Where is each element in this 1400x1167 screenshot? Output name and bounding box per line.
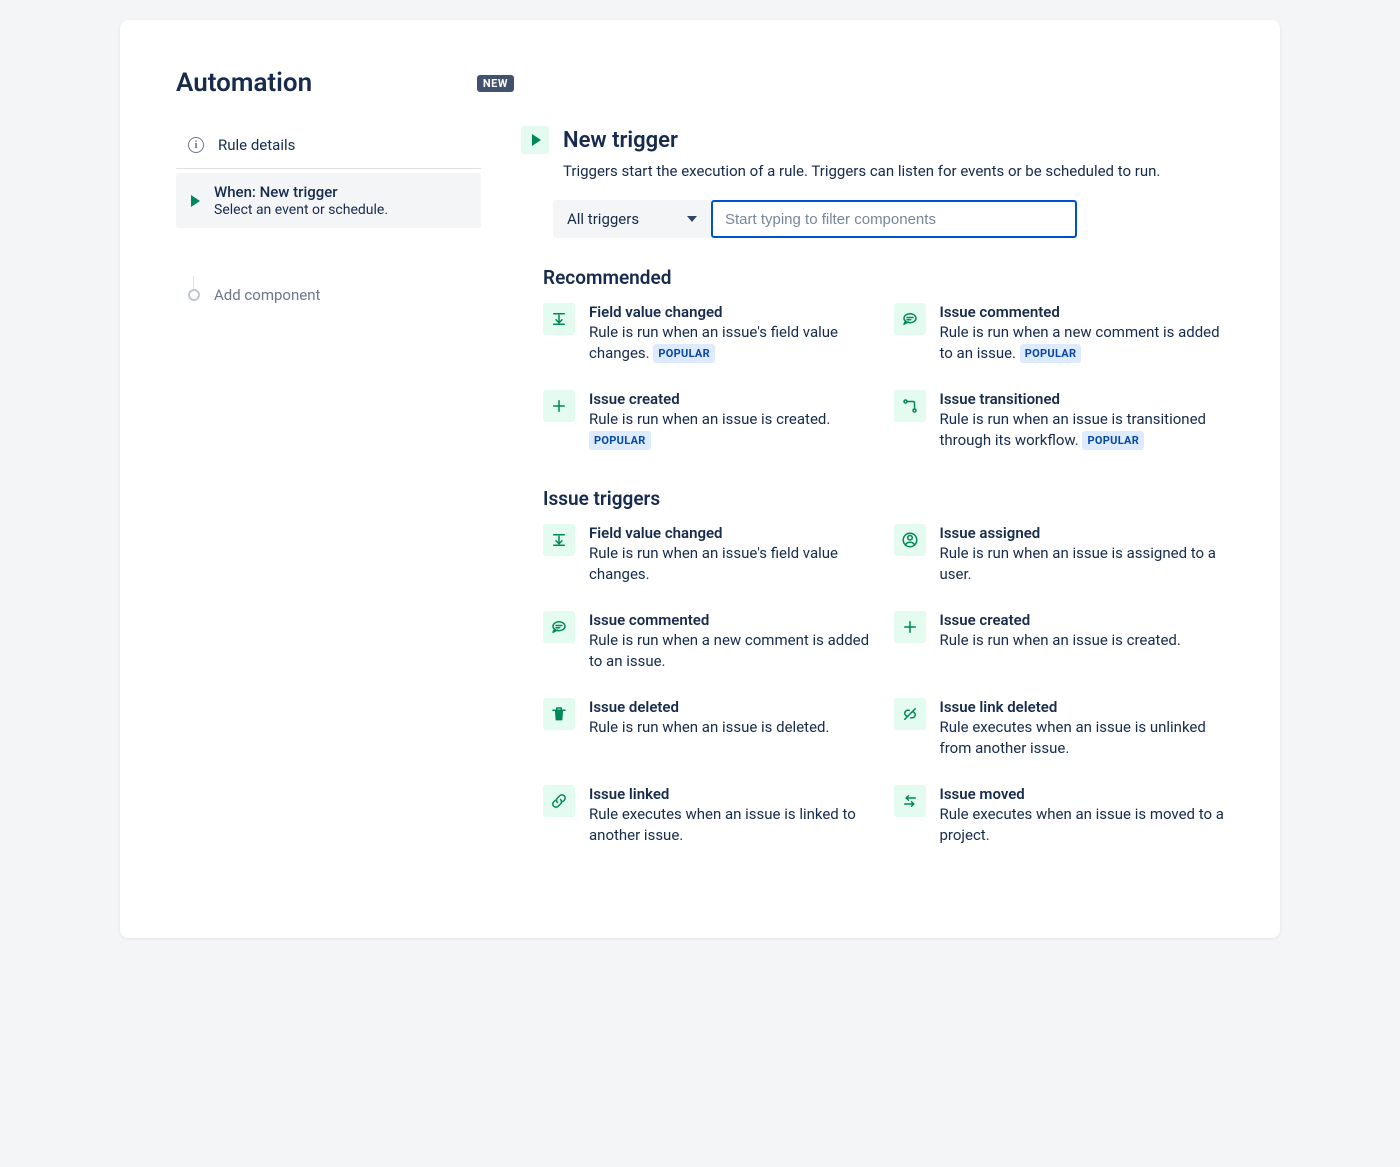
popular-tag: POPULAR (1082, 431, 1144, 450)
trigger-card-body: Issue deletedRule is run when an issue i… (589, 698, 874, 759)
trigger-card[interactable]: Field value changedRule is run when an i… (543, 303, 874, 364)
trigger-title: Issue linked (589, 785, 874, 803)
comment-icon (543, 611, 575, 643)
play-icon (532, 134, 541, 146)
sidebar-item-sub: Select an event or schedule. (214, 202, 469, 218)
divider (176, 168, 481, 169)
section-title: Issue triggers (543, 487, 1224, 510)
add-component-label: Add component (214, 286, 320, 304)
transition-icon (894, 390, 926, 422)
trigger-title: Issue transitioned (940, 390, 1225, 408)
trigger-grid: Field value changedRule is run when an i… (543, 524, 1224, 846)
trigger-card[interactable]: Issue deletedRule is run when an issue i… (543, 698, 874, 759)
field-change-icon (543, 524, 575, 556)
trigger-card-body: Issue createdRule is run when an issue i… (940, 611, 1225, 672)
automation-panel: Automation NEW i Rule details When: New … (120, 20, 1280, 938)
unlink-icon (894, 698, 926, 730)
trigger-title: Issue created (940, 611, 1225, 629)
trigger-description: Rule is run when an issue is transitione… (940, 409, 1225, 451)
popular-tag: POPULAR (653, 344, 715, 363)
page-title: Automation (176, 68, 312, 98)
trigger-card-body: Issue commentedRule is run when a new co… (940, 303, 1225, 364)
trigger-grid: Field value changedRule is run when an i… (543, 303, 1224, 451)
trigger-description: Rule is run when an issue's field value … (589, 322, 874, 364)
trigger-card[interactable]: Issue link deletedRule executes when an … (894, 698, 1225, 759)
new-badge: NEW (477, 75, 514, 92)
add-component-button[interactable]: Add component (188, 276, 481, 314)
trigger-description: Rule is run when an issue is assigned to… (940, 543, 1225, 585)
trigger-card[interactable]: Issue movedRule executes when an issue i… (894, 785, 1225, 846)
trigger-title: Issue commented (589, 611, 874, 629)
info-icon: i (188, 137, 204, 153)
trash-icon (543, 698, 575, 730)
trigger-card-body: Field value changedRule is run when an i… (589, 524, 874, 585)
section-title: Recommended (543, 266, 1224, 289)
circle-icon (188, 289, 200, 301)
trigger-card[interactable]: Issue createdRule is run when an issue i… (894, 611, 1225, 672)
trigger-category-select[interactable]: All triggers (553, 200, 711, 238)
trigger-card-body: Issue movedRule executes when an issue i… (940, 785, 1225, 846)
trigger-card[interactable]: Issue commentedRule is run when a new co… (543, 611, 874, 672)
trigger-title: Issue link deleted (940, 698, 1225, 716)
trigger-description: Rule is run when an issue is deleted. (589, 717, 874, 738)
sidebar-item-rule-details[interactable]: i Rule details (176, 126, 481, 164)
select-label: All triggers (567, 210, 639, 228)
sidebar-item-new-trigger[interactable]: When: New trigger Select an event or sch… (176, 173, 481, 228)
filter-row: All triggers (553, 200, 1224, 238)
trigger-title: Field value changed (589, 524, 874, 542)
popular-tag: POPULAR (1020, 344, 1082, 363)
trigger-card[interactable]: Issue linkedRule executes when an issue … (543, 785, 874, 846)
field-change-icon (543, 303, 575, 335)
plus-icon (894, 611, 926, 643)
trigger-title: Issue deleted (589, 698, 874, 716)
trigger-card-body: Issue createdRule is run when an issue i… (589, 390, 874, 451)
main-header: New trigger (521, 126, 1224, 154)
trigger-title: Issue moved (940, 785, 1225, 803)
main-content: New trigger Triggers start the execution… (521, 126, 1224, 882)
trigger-card-body: Issue commentedRule is run when a new co… (589, 611, 874, 672)
search-input[interactable] (711, 200, 1077, 238)
trigger-card[interactable]: Issue commentedRule is run when a new co… (894, 303, 1225, 364)
sidebar-item-label: Rule details (218, 136, 295, 154)
trigger-description: Rule is run when an issue is created. (940, 630, 1225, 651)
trigger-description: Rule executes when an issue is unlinked … (940, 717, 1225, 759)
popular-tag: POPULAR (589, 431, 651, 450)
trigger-description: Rule executes when an issue is linked to… (589, 804, 874, 846)
move-icon (894, 785, 926, 817)
trigger-description: Rule is run when an issue is created. PO… (589, 409, 874, 451)
main-title: New trigger (563, 128, 678, 153)
trigger-title: Issue assigned (940, 524, 1225, 542)
trigger-icon-box (521, 126, 549, 154)
trigger-card-body: Issue assignedRule is run when an issue … (940, 524, 1225, 585)
sidebar: i Rule details When: New trigger Select … (176, 126, 481, 882)
trigger-description: Rule executes when an issue is moved to … (940, 804, 1225, 846)
trigger-card-body: Issue link deletedRule executes when an … (940, 698, 1225, 759)
link-icon (543, 785, 575, 817)
trigger-title: Field value changed (589, 303, 874, 321)
trigger-card[interactable]: Field value changedRule is run when an i… (543, 524, 874, 585)
trigger-card[interactable]: Issue createdRule is run when an issue i… (543, 390, 874, 451)
trigger-card-body: Issue linkedRule executes when an issue … (589, 785, 874, 846)
trigger-card-body: Issue transitionedRule is run when an is… (940, 390, 1225, 451)
trigger-card[interactable]: Issue transitionedRule is run when an is… (894, 390, 1225, 451)
comment-icon (894, 303, 926, 335)
trigger-title: Issue created (589, 390, 874, 408)
chevron-down-icon (687, 216, 697, 222)
main-description: Triggers start the execution of a rule. … (563, 162, 1224, 180)
play-icon (191, 195, 200, 207)
trigger-card[interactable]: Issue assignedRule is run when an issue … (894, 524, 1225, 585)
trigger-description: Rule is run when a new comment is added … (940, 322, 1225, 364)
plus-icon (543, 390, 575, 422)
person-icon (894, 524, 926, 556)
trigger-title: Issue commented (940, 303, 1225, 321)
trigger-card-body: Field value changedRule is run when an i… (589, 303, 874, 364)
trigger-description: Rule is run when a new comment is added … (589, 630, 874, 672)
sidebar-item-title: When: New trigger (214, 183, 469, 201)
trigger-description: Rule is run when an issue's field value … (589, 543, 874, 585)
header: Automation NEW (176, 68, 1224, 98)
